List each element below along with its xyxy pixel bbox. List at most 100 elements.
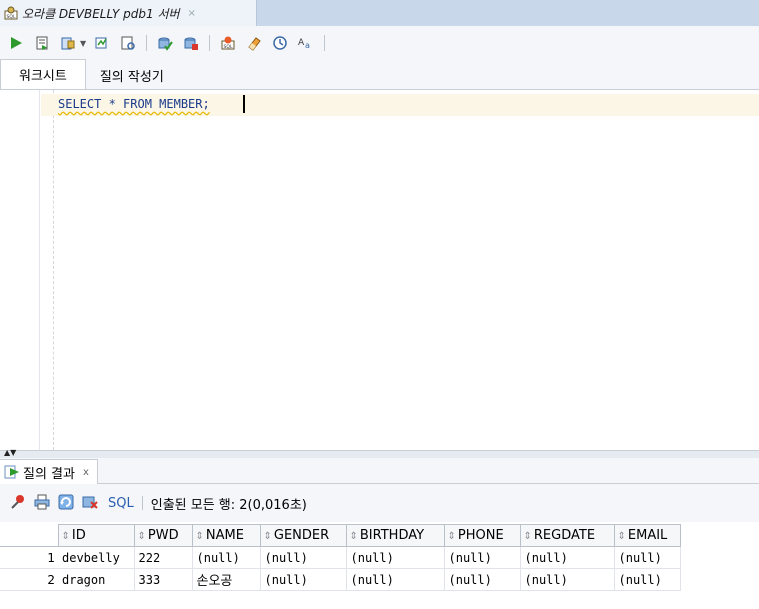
document-tab-title: 오라클 DEVBELLY pdb1 서버 (22, 6, 180, 21)
cell-pwd[interactable]: 222 (134, 546, 193, 569)
svg-text:A: A (298, 38, 305, 48)
refresh-button[interactable] (58, 494, 74, 513)
result-table: ⇕ ID ⇕ PWD ⇕ NAME ⇕ GENDER ⇕ BIRTHDAY ⇕ PHONE … (0, 524, 681, 591)
refresh-icon (58, 494, 74, 509)
sql-statement[interactable]: SELECT * FROM MEMBER; (58, 97, 210, 111)
autotrace-icon (95, 37, 107, 49)
table-row[interactable]: 2 dragon 333 손오공 (null) (null) (null) (n… (0, 568, 681, 591)
sort-icon: ⇕ (349, 531, 358, 542)
cell-regdate[interactable]: (null) (520, 546, 615, 569)
column-header-regdate[interactable]: ⇕ REGDATE (519, 524, 615, 547)
result-grid[interactable]: ⇕ ID ⇕ PWD ⇕ NAME ⇕ GENDER ⇕ BIRTHDAY ⇕ PHONE … (0, 522, 759, 609)
script-icon (36, 36, 48, 50)
toolbar-separator (209, 35, 211, 51)
query-result-tab-label: 질의 결과 (23, 466, 75, 482)
clear-button[interactable] (244, 33, 264, 53)
text-caret (243, 95, 245, 113)
run-icon (11, 37, 22, 49)
toolbar-separator (146, 35, 148, 51)
unshared-sql-button[interactable]: SQL (218, 33, 238, 53)
sort-icon: ⇕ (137, 531, 146, 542)
unshared-sql-icon: SQL (221, 36, 235, 50)
run-script-button[interactable] (32, 33, 52, 53)
sort-icon: ⇕ (195, 531, 204, 542)
rollback-icon (184, 37, 199, 50)
column-header-gender[interactable]: ⇕ GENDER (259, 524, 347, 547)
column-header-phone[interactable]: ⇕ PHONE (443, 524, 521, 547)
svg-text:a: a (305, 41, 310, 50)
sort-icon: ⇕ (263, 531, 272, 542)
cell-email[interactable]: (null) (614, 568, 681, 591)
run-statement-button[interactable] (6, 33, 26, 53)
rollback-button[interactable] (181, 33, 201, 53)
commit-icon (61, 37, 75, 50)
query-result-close-icon[interactable]: x (83, 467, 89, 478)
commit-green-button[interactable] (155, 33, 175, 53)
eraser-icon (248, 37, 261, 51)
explain-plan-button[interactable] (118, 33, 138, 53)
sort-icon: ⇕ (61, 531, 70, 542)
svg-text:SQL: SQL (224, 44, 233, 50)
cancel-query-button[interactable] (82, 494, 98, 513)
tab-query-builder[interactable]: 질의 작성기 (86, 61, 178, 89)
svg-text:SQL: SQL (7, 14, 16, 20)
splitter-arrows-icon[interactable]: ▲▼ (4, 449, 16, 457)
document-tab-close-icon[interactable]: × (188, 8, 196, 19)
cell-name[interactable]: (null) (192, 546, 261, 569)
cell-name[interactable]: 손오공 (192, 568, 261, 591)
fetch-status: 인출된 모든 행: 2(0,016초) (150, 497, 307, 513)
cell-id[interactable]: devbelly (58, 546, 135, 569)
history-icon (273, 36, 287, 50)
cell-regdate[interactable]: (null) (520, 568, 615, 591)
document-tab-bar: SQL 오라클 DEVBELLY pdb1 서버 × (0, 0, 759, 26)
print-button[interactable] (34, 494, 50, 513)
editor-gutter (0, 90, 40, 450)
panel-splitter[interactable]: ▲▼ (0, 449, 759, 458)
cell-gender[interactable]: (null) (260, 568, 347, 591)
cell-phone[interactable]: (null) (444, 546, 521, 569)
column-header-birthday[interactable]: ⇕ BIRTHDAY (345, 524, 445, 547)
column-header-pwd[interactable]: ⇕ PWD (133, 524, 193, 547)
sort-icon: ⇕ (447, 531, 456, 542)
explain-icon (121, 36, 135, 50)
column-header-email[interactable]: ⇕ EMAIL (613, 524, 681, 547)
document-tab[interactable]: SQL 오라클 DEVBELLY pdb1 서버 × (0, 0, 257, 26)
result-toolbar-separator (141, 496, 143, 510)
result-toolbar: SQL 인출된 모든 행: 2(0,016초) (0, 484, 759, 522)
format-icon: Aa (298, 38, 310, 50)
cancel-icon (82, 496, 98, 509)
commit-check-icon (158, 37, 173, 51)
cell-id[interactable]: dragon (58, 568, 135, 591)
cell-phone[interactable]: (null) (444, 568, 521, 591)
sql-connection-icon: SQL (4, 6, 18, 20)
worksheet-tabs: 워크시트 질의 작성기 (0, 59, 759, 90)
history-button[interactable] (270, 33, 290, 53)
row-number: 2 (0, 568, 58, 591)
column-header-id[interactable]: ⇕ ID (57, 524, 135, 547)
query-result-icon (4, 465, 19, 479)
column-header-name[interactable]: ⇕ NAME (191, 524, 261, 547)
cell-birthday[interactable]: (null) (346, 568, 445, 591)
result-tab-bar: 질의 결과 x (0, 458, 759, 484)
commit-dropdown-icon[interactable]: ▼ (80, 39, 86, 48)
pin-button[interactable] (10, 494, 26, 513)
format-button[interactable]: Aa (296, 33, 316, 53)
table-row[interactable]: 1 devbelly 222 (null) (null) (null) (nul… (0, 546, 681, 569)
cell-birthday[interactable]: (null) (346, 546, 445, 569)
sort-icon: ⇕ (617, 531, 626, 542)
header-row: ⇕ ID ⇕ PWD ⇕ NAME ⇕ GENDER ⇕ BIRTHDAY ⇕ PHONE … (0, 524, 681, 547)
cell-pwd[interactable]: 333 (134, 568, 193, 591)
worksheet-toolbar: ▼ SQL Aa (0, 26, 759, 60)
editor-fold-guide (53, 90, 54, 450)
sort-icon: ⇕ (523, 531, 532, 542)
print-icon (34, 494, 50, 509)
tab-query-result[interactable]: 질의 결과 x (0, 459, 98, 484)
toolbar-separator (324, 35, 326, 51)
sql-link[interactable]: SQL (108, 496, 134, 511)
commit-button[interactable] (58, 33, 78, 53)
cell-email[interactable]: (null) (614, 546, 681, 569)
sql-editor[interactable]: SELECT * FROM MEMBER; (0, 90, 759, 450)
tab-worksheet[interactable]: 워크시트 (0, 59, 86, 89)
autotrace-button[interactable] (92, 33, 112, 53)
cell-gender[interactable]: (null) (260, 546, 347, 569)
